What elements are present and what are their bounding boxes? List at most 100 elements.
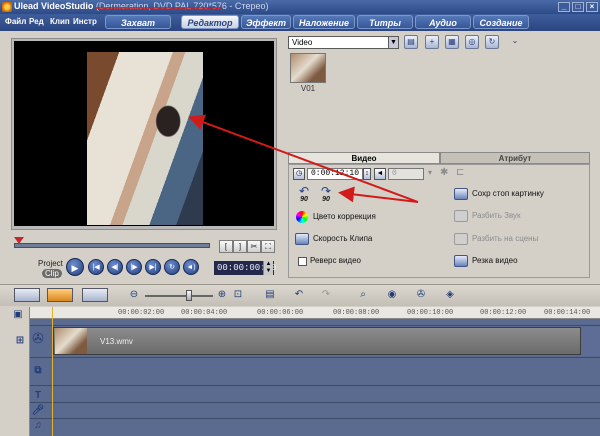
reverse-video-label[interactable]: Реверс видео <box>310 256 361 265</box>
end-button[interactable]: ▶| <box>145 259 161 275</box>
timeline-settings-icon[interactable]: ▣ <box>10 309 26 320</box>
volume-mute-icon[interactable]: ◄ <box>374 168 386 180</box>
trim-video-icon[interactable] <box>454 255 468 267</box>
volume-icon[interactable]: ◄) <box>183 259 199 275</box>
trim-video-label[interactable]: Резка видео <box>472 256 518 265</box>
undo-icon[interactable]: ↶ <box>291 288 307 302</box>
storyboard-view-button[interactable] <box>14 288 40 302</box>
zoom-slider-thumb[interactable] <box>186 290 192 301</box>
window-title: Ulead VideoStudio <box>14 1 94 11</box>
menu-clip[interactable]: Клип <box>50 17 70 26</box>
timeline-view-button[interactable] <box>47 288 73 302</box>
zoom-slider-track[interactable] <box>145 295 213 297</box>
window-subtitle: (Dermeration, DVD PAL 720*576 - Стерео) <box>95 1 269 11</box>
save-still-label[interactable]: Сохр стоп картинку <box>472 189 544 198</box>
video-track-icon: ✇ <box>32 330 44 346</box>
scrubber-track[interactable] <box>14 243 210 248</box>
tab-title[interactable]: Титры <box>357 15 413 29</box>
tab-share[interactable]: Создание <box>473 15 529 29</box>
import-media-icon[interactable]: ▤ <box>404 35 418 49</box>
mark-out-button[interactable]: ] <box>233 240 247 253</box>
app-icon <box>2 2 12 12</box>
timecode-spinner[interactable]: ▲ ▼ <box>263 261 273 275</box>
tab-effect[interactable]: Эффект <box>241 15 291 29</box>
clip-speed-icon[interactable] <box>295 233 309 245</box>
enlarge-preview-icon[interactable]: ⛶ <box>261 240 275 253</box>
smart-proxy-icon[interactable]: ⌕ <box>355 288 371 302</box>
volume-field: 0 <box>388 168 424 180</box>
repeat-button[interactable]: ↻ <box>164 259 180 275</box>
voice-track-icon: 🎤︎ <box>31 405 45 416</box>
split-by-scene-icon <box>454 233 468 245</box>
volume-dropdown-icon: ▾ <box>428 168 433 177</box>
ruler-tick: 00:00:14:00 <box>544 309 591 317</box>
menu-edit[interactable]: Ред <box>29 17 44 26</box>
track-divider <box>30 357 600 358</box>
clip-mode-label[interactable]: Clip <box>42 269 62 278</box>
split-by-scene-label: Разбить на сцены <box>472 234 539 243</box>
sort-icon[interactable]: ↻ <box>485 35 499 49</box>
tab-capture[interactable]: Захват <box>105 15 171 29</box>
rotate-left-icon[interactable]: ↶ 90 <box>294 185 314 204</box>
ruler-tick: 00:00:10:00 <box>407 309 454 317</box>
tab-audio[interactable]: Аудио <box>415 15 471 29</box>
menu-file[interactable]: Файл <box>5 17 26 26</box>
save-still-icon[interactable] <box>454 188 468 200</box>
color-correction-icon[interactable] <box>296 211 308 223</box>
add-to-library-icon[interactable]: + <box>425 35 439 49</box>
options-icon[interactable]: ◎ <box>465 35 479 49</box>
overlay-track-icon: ⧉ <box>34 365 42 376</box>
zoom-in-icon[interactable]: ⊕ <box>214 288 230 302</box>
fade-out-icon: ⊏ <box>456 167 465 178</box>
title-bar: Ulead VideoStudio (Dermeration, DVD PAL … <box>0 0 600 14</box>
redo-icon: ↷ <box>321 289 331 300</box>
clip-speed-label[interactable]: Скорость Клипа <box>313 234 372 243</box>
library-manager-icon[interactable]: ▦ <box>445 35 459 49</box>
rotate-right-icon[interactable]: ↷ 90 <box>316 185 336 204</box>
mark-in-button[interactable]: [ <box>219 240 233 253</box>
track-header <box>0 307 30 436</box>
split-audio-icon <box>454 210 468 222</box>
library-category-select[interactable]: Video <box>288 36 398 49</box>
play-button[interactable]: ▶ <box>66 258 84 276</box>
track-divider <box>30 385 600 386</box>
tab-attribute[interactable]: Атрибут <box>440 152 590 164</box>
ruler-tick: 00:00:02:00 <box>118 309 165 317</box>
project-mode-label[interactable]: Project <box>38 259 63 268</box>
ruler-tick: 00:00:06:00 <box>257 309 304 317</box>
color-correction-label[interactable]: Цвето коррекция <box>313 212 376 221</box>
audio-view-button[interactable] <box>82 288 108 302</box>
rotate-left-label: 90 <box>300 196 308 203</box>
split-audio-label: Разбить Звук <box>472 211 521 220</box>
cut-clip-icon[interactable]: ✂ <box>247 240 261 253</box>
library-thumbnail[interactable] <box>290 53 326 83</box>
next-frame-button[interactable]: |▶ <box>126 259 142 275</box>
minimize-button[interactable]: _ <box>558 2 570 12</box>
render-icon[interactable]: ◈ <box>442 288 458 302</box>
previous-frame-button[interactable]: ◀| <box>107 259 123 275</box>
close-button[interactable]: × <box>586 2 598 12</box>
playhead[interactable] <box>52 307 53 436</box>
track-divider <box>30 402 600 403</box>
menu-tools[interactable]: Инстр <box>73 17 97 26</box>
fit-project-icon[interactable]: ⊡ <box>230 288 246 302</box>
insert-media-icon[interactable]: ▤ <box>262 288 278 302</box>
tab-video-options[interactable]: Видео <box>288 152 440 164</box>
film-reel-icon[interactable]: ✇ <box>413 288 429 302</box>
reverse-video-checkbox[interactable] <box>298 257 307 266</box>
zoom-out-icon[interactable]: ⊖ <box>126 288 142 302</box>
collapse-options-icon[interactable]: ⌄ <box>508 35 522 49</box>
tab-overlay[interactable]: Наложение <box>293 15 355 29</box>
batch-convert-icon[interactable]: ◉ <box>384 288 400 302</box>
scrubber-handle[interactable] <box>14 237 24 244</box>
duration-spinner[interactable]: ↕ <box>363 168 371 180</box>
step-bar: Файл Ред Клип Инстр Захват Редактор Эффе… <box>0 14 600 31</box>
title-track-icon: T <box>34 390 42 401</box>
chevron-down-icon[interactable]: ▼ <box>388 36 399 49</box>
home-button[interactable]: |◀ <box>88 259 104 275</box>
duration-field[interactable]: 0:00:12:10 <box>307 168 363 180</box>
tab-edit[interactable]: Редактор <box>181 15 239 29</box>
ruler-tick: 00:00:04:00 <box>181 309 228 317</box>
fade-in-icon: ✱ <box>440 167 449 178</box>
maximize-button[interactable]: □ <box>572 2 584 12</box>
